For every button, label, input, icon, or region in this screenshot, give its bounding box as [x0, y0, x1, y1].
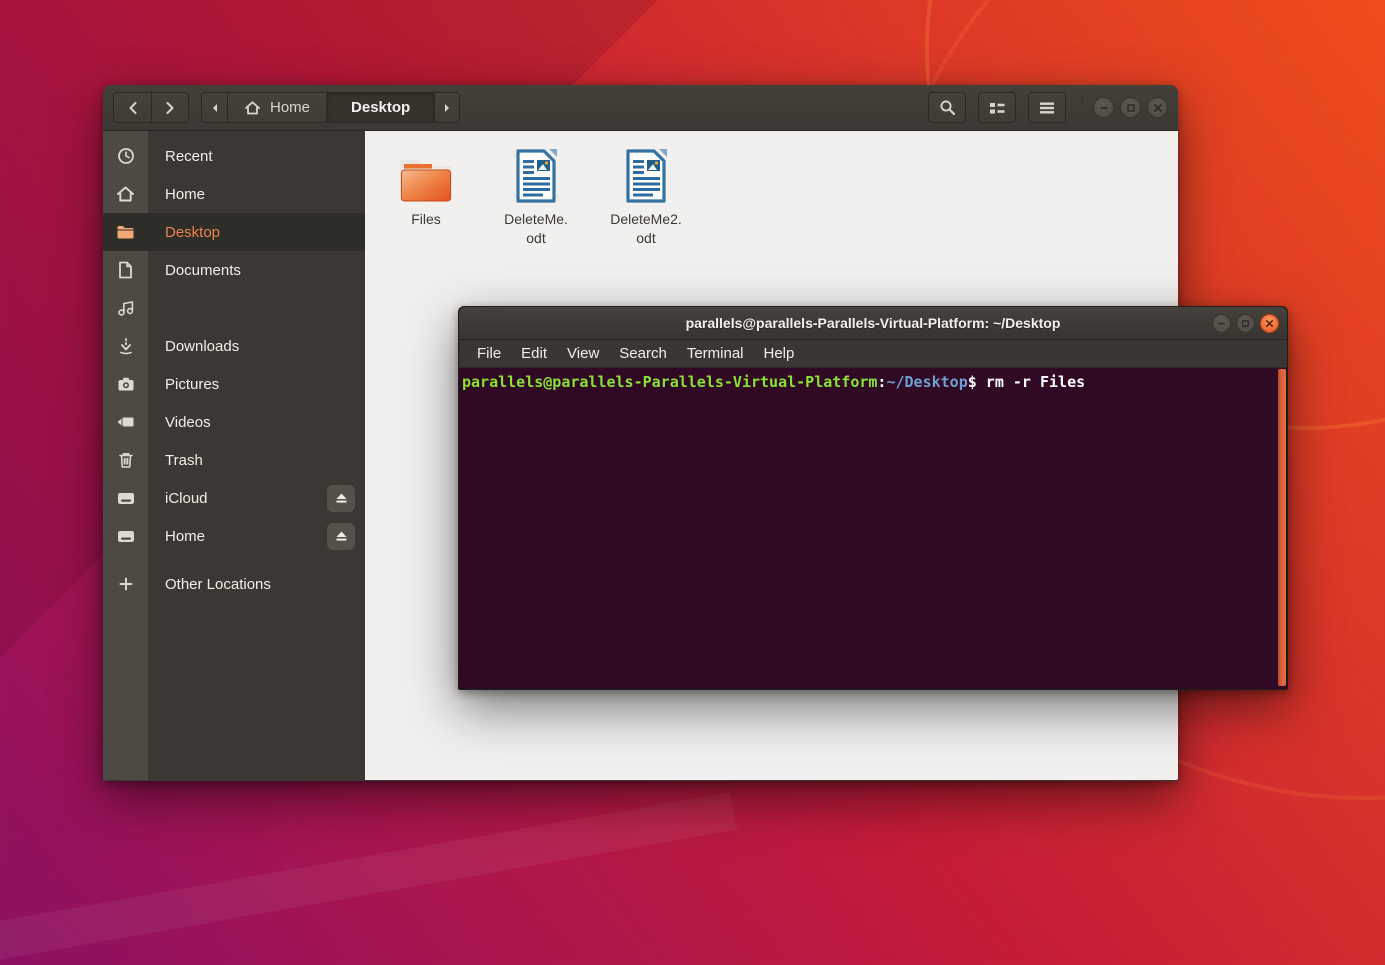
menu-help[interactable]: Help — [754, 342, 805, 365]
terminal-window: parallels@parallels-Parallels-Virtual-Pl… — [458, 306, 1288, 690]
terminal-menubar: File Edit View Search Terminal Help — [459, 340, 1287, 368]
sidebar-item-downloads[interactable]: Downloads — [103, 327, 365, 365]
files-sidebar: Recent Home Desktop — [103, 131, 365, 780]
drive-icon — [103, 492, 148, 505]
files-toolbar: Home Desktop — [103, 85, 1178, 131]
sidebar-item-videos[interactable]: Videos — [103, 403, 365, 441]
breadcrumb-home-button[interactable]: Home — [227, 92, 326, 123]
file-label: DeleteMe2. odt — [610, 210, 682, 248]
plus-icon — [103, 577, 148, 591]
hamburger-icon — [1038, 101, 1056, 115]
menu-search[interactable]: Search — [609, 342, 677, 365]
magnifier-icon — [939, 99, 956, 116]
terminal-title: parallels@parallels-Parallels-Virtual-Pl… — [686, 315, 1061, 331]
sidebar-item-label: Trash — [148, 452, 365, 469]
breadcrumb-prev-button[interactable] — [201, 92, 227, 123]
list-view-icon — [988, 100, 1006, 116]
typed-command: rm -r Files — [977, 373, 1085, 391]
file-item-odt[interactable]: DeleteMe. odt — [481, 143, 591, 248]
clock-icon — [103, 147, 148, 165]
camera-icon — [103, 376, 148, 392]
minimize-button[interactable] — [1212, 314, 1231, 333]
sidebar-item-label: Other Locations — [148, 576, 365, 593]
terminal-prompt-line: parallels@parallels-Parallels-Virtual-Pl… — [462, 372, 1271, 393]
sidebar-item-label: Pictures — [148, 376, 365, 393]
file-item-odt2[interactable]: DeleteMe2. odt — [591, 143, 701, 248]
triangle-right-icon — [442, 103, 452, 113]
sidebar-item-label: Downloads — [148, 338, 365, 355]
music-notes-icon — [103, 299, 148, 317]
breadcrumb: Home Desktop — [201, 92, 460, 123]
terminal-window-controls — [1212, 307, 1279, 339]
menu-button[interactable] — [1028, 92, 1066, 123]
sidebar-item-label: Home — [148, 186, 365, 203]
prompt-dollar: $ — [968, 373, 977, 391]
menu-edit[interactable]: Edit — [511, 342, 557, 365]
sidebar-item-home[interactable]: Home — [103, 175, 365, 213]
minimize-button[interactable] — [1093, 97, 1114, 118]
document-icon — [103, 261, 148, 279]
prompt-path: ~/Desktop — [886, 373, 967, 391]
sidebar-item-label: Documents — [148, 262, 365, 279]
forward-button[interactable] — [151, 92, 189, 123]
sidebar-item-other-locations[interactable]: Other Locations — [103, 565, 365, 603]
sidebar-item-label: iCloud — [148, 490, 326, 507]
video-camera-icon — [103, 415, 148, 429]
breadcrumb-next-button[interactable] — [434, 92, 460, 123]
sidebar-item-icloud[interactable]: iCloud — [103, 479, 365, 517]
file-label: DeleteMe. odt — [504, 210, 568, 248]
download-icon — [103, 337, 148, 355]
search-button[interactable] — [928, 92, 966, 123]
menu-terminal[interactable]: Terminal — [677, 342, 754, 365]
sidebar-item-pictures[interactable]: Pictures — [103, 365, 365, 403]
drive-icon — [103, 530, 148, 543]
eject-button[interactable] — [326, 522, 356, 551]
triangle-left-icon — [210, 103, 220, 113]
sidebar-item-recent[interactable]: Recent — [103, 137, 365, 175]
eject-button[interactable] — [326, 484, 356, 513]
menu-file[interactable]: File — [467, 342, 511, 365]
sidebar-item-label: Recent — [148, 148, 365, 165]
sidebar-item-label: Home — [148, 528, 326, 545]
close-button[interactable] — [1147, 97, 1168, 118]
sidebar-item-trash[interactable]: Trash — [103, 441, 365, 479]
folder-icon — [397, 143, 455, 205]
sidebar-item-home-drive[interactable]: Home — [103, 517, 365, 555]
menu-view[interactable]: View — [557, 342, 609, 365]
back-button[interactable] — [113, 92, 151, 123]
nav-buttons — [113, 92, 189, 123]
odt-document-icon — [623, 143, 669, 205]
chevron-right-icon — [162, 100, 178, 116]
home-icon — [103, 185, 148, 203]
trash-icon — [103, 451, 148, 469]
folder-icon — [103, 224, 148, 240]
odt-document-icon — [513, 143, 559, 205]
file-label: Files — [411, 210, 441, 229]
home-icon — [244, 100, 261, 116]
files-window-controls — [1093, 97, 1168, 118]
chevron-left-icon — [125, 100, 141, 116]
terminal-scrollbar[interactable] — [1278, 369, 1286, 686]
sidebar-item-label: Videos — [148, 414, 365, 431]
wallpaper-stripe — [0, 792, 737, 965]
terminal-screen[interactable]: parallels@parallels-Parallels-Virtual-Pl… — [459, 368, 1287, 688]
breadcrumb-home-label: Home — [270, 99, 310, 116]
prompt-user-host: parallels@parallels-Parallels-Virtual-Pl… — [462, 373, 877, 391]
breadcrumb-current[interactable]: Desktop — [326, 92, 434, 123]
toolbar-divider — [1082, 95, 1083, 121]
maximize-button[interactable] — [1120, 97, 1141, 118]
file-item-folder[interactable]: Files — [371, 143, 481, 229]
sidebar-item-label: Desktop — [148, 224, 365, 241]
close-button[interactable] — [1260, 314, 1279, 333]
view-options-button[interactable] — [978, 92, 1016, 123]
sidebar-list: Recent Home Desktop — [103, 131, 365, 603]
maximize-button[interactable] — [1236, 314, 1255, 333]
sidebar-item-documents[interactable]: Documents — [103, 251, 365, 289]
sidebar-item-music[interactable] — [103, 289, 365, 327]
sidebar-item-desktop[interactable]: Desktop — [103, 213, 365, 251]
terminal-titlebar[interactable]: parallels@parallels-Parallels-Virtual-Pl… — [459, 307, 1287, 340]
